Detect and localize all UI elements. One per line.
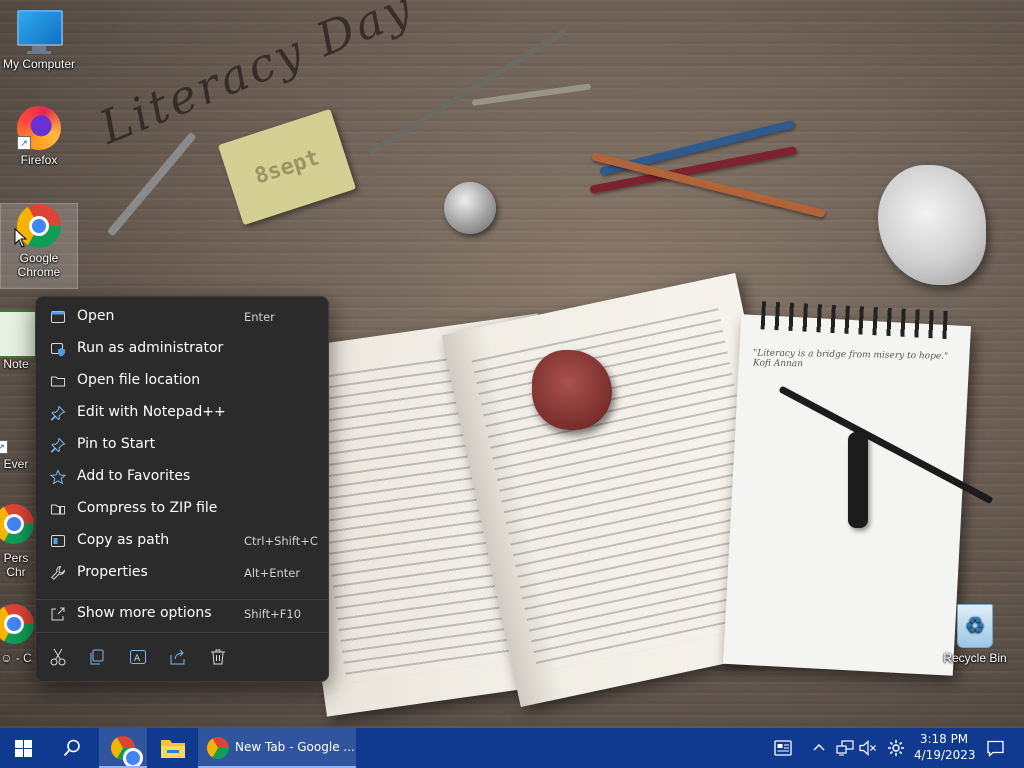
shortcut-arrow-icon: ↗ — [0, 440, 8, 454]
notification-icon[interactable] — [987, 740, 1004, 757]
pin-icon — [50, 437, 66, 453]
svg-text:A: A — [134, 654, 141, 664]
chevron-up-icon[interactable] — [813, 742, 825, 752]
cut-icon[interactable] — [48, 647, 68, 667]
menu-item-open[interactable]: Open Enter — [40, 302, 324, 332]
system-clock[interactable]: 3:18 PM 4/19/2023 — [914, 731, 976, 763]
path-icon — [51, 535, 65, 547]
taskbar-window-title: New Tab - Google ... — [235, 740, 355, 754]
taskbar: New Tab - Google ... 3:18 PM 4/19/2023 — [0, 728, 1024, 768]
chrome-icon — [207, 737, 229, 759]
network-icon[interactable] — [836, 740, 854, 756]
news-widget-icon[interactable] — [774, 740, 792, 756]
chrome-icon — [0, 604, 38, 648]
menu-item-label: Pin to Start — [77, 436, 156, 452]
menu-item-label: Run as administrator — [77, 340, 224, 356]
monitor-icon — [17, 10, 63, 54]
menu-item-label: Copy as path — [77, 532, 170, 548]
wallpaper-pen-cap — [848, 432, 868, 528]
menu-item-edit-with-notepadpp[interactable]: Edit with Notepad++ — [40, 398, 324, 428]
menu-item-shortcut: Alt+Enter — [244, 566, 301, 580]
wallpaper-notepad: "Literacy is a bridge from misery to hop… — [722, 301, 972, 676]
wallpaper-tag: 8sept — [217, 108, 357, 226]
zip-icon — [51, 504, 65, 515]
window-icon — [51, 311, 65, 323]
mouse-cursor-icon — [14, 228, 28, 248]
menu-item-add-to-favorites[interactable]: Add to Favorites — [40, 462, 324, 492]
desktop-icon-google-chrome[interactable]: Google Chrome — [0, 203, 78, 289]
menu-item-properties[interactable]: Properties Alt+Enter — [40, 558, 324, 588]
star-icon — [50, 469, 66, 485]
gear-icon[interactable] — [887, 739, 905, 757]
windows-logo-icon — [15, 740, 32, 757]
desktop-icon-label: Google Chrome — [17, 251, 61, 279]
menu-item-copy-as-path[interactable]: Copy as path Ctrl+Shift+C — [40, 526, 324, 556]
menu-item-label: Open file location — [77, 372, 201, 388]
clock-date: 4/19/2023 — [914, 748, 976, 762]
wallpaper-brush — [471, 83, 592, 106]
delete-icon[interactable] — [208, 647, 228, 667]
clock-time: 3:18 PM — [919, 732, 969, 746]
chrome-icon — [111, 736, 143, 768]
shortcut-arrow-icon: ↗ — [17, 136, 31, 150]
chrome-icon — [0, 504, 38, 548]
shield-icon — [51, 343, 65, 357]
pin-icon — [50, 405, 66, 421]
desktop-icon-recycle-bin[interactable]: ♻ Recycle Bin — [937, 604, 1013, 665]
notepad-icon — [0, 310, 38, 358]
desktop-icon-label: Recycle Bin — [943, 651, 1007, 665]
app-icon: ↗ — [0, 410, 38, 454]
copy-icon[interactable] — [87, 647, 107, 667]
folder-icon — [161, 740, 185, 758]
volume-muted-icon[interactable] — [859, 740, 877, 756]
desktop-icon-label: My Computer — [2, 57, 76, 71]
wallpaper-title: Literacy Day — [92, 0, 422, 155]
firefox-icon: ↗ — [17, 106, 61, 150]
search-icon — [63, 739, 80, 757]
wallpaper-quote: "Literacy is a bridge from misery to hop… — [752, 348, 949, 370]
wallpaper-stamp — [532, 350, 612, 430]
desktop-icon-my-computer[interactable]: My Computer — [1, 10, 77, 71]
folder-icon — [51, 376, 65, 387]
taskbar-chrome-pinned[interactable] — [99, 728, 147, 768]
menu-item-open-file-location[interactable]: Open file location — [40, 366, 324, 396]
menu-item-label: Open — [77, 308, 115, 324]
menu-item-shortcut: Enter — [244, 310, 275, 324]
menu-item-label: Add to Favorites — [77, 468, 191, 484]
menu-item-shortcut: Shift+F10 — [244, 607, 302, 621]
taskbar-file-explorer[interactable] — [149, 728, 197, 768]
share-icon[interactable] — [168, 647, 188, 667]
context-menu: Open Enter Run as administrator Open fil… — [35, 296, 329, 682]
menu-item-label: Properties — [77, 564, 148, 580]
menu-item-compress-to-zip[interactable]: Compress to ZIP file — [40, 494, 324, 524]
menu-separator — [36, 632, 328, 633]
rename-icon[interactable]: A — [128, 647, 148, 667]
wallpaper-sharpener — [444, 182, 496, 234]
recycle-bin-icon: ♻ — [953, 604, 997, 648]
menu-item-label: Compress to ZIP file — [77, 500, 218, 516]
taskbar-chrome-window[interactable]: New Tab - Google ... — [198, 728, 356, 768]
menu-item-shortcut: Ctrl+Shift+C — [244, 534, 318, 548]
menu-item-run-as-administrator[interactable]: Run as administrator — [40, 334, 324, 364]
menu-item-show-more-options[interactable]: Show more options Shift+F10 — [40, 599, 324, 629]
menu-item-label: Edit with Notepad++ — [77, 404, 226, 420]
share-icon — [51, 607, 65, 621]
desktop-icon-label: Firefox — [20, 153, 58, 167]
search-button[interactable] — [48, 728, 96, 768]
wrench-icon — [51, 565, 66, 580]
wallpaper-paper-ball — [878, 165, 986, 285]
menu-item-pin-to-start[interactable]: Pin to Start — [40, 430, 324, 460]
desktop-icon-firefox[interactable]: ↗ Firefox — [1, 106, 77, 167]
start-button[interactable] — [0, 728, 48, 768]
menu-item-label: Show more options — [77, 605, 212, 621]
